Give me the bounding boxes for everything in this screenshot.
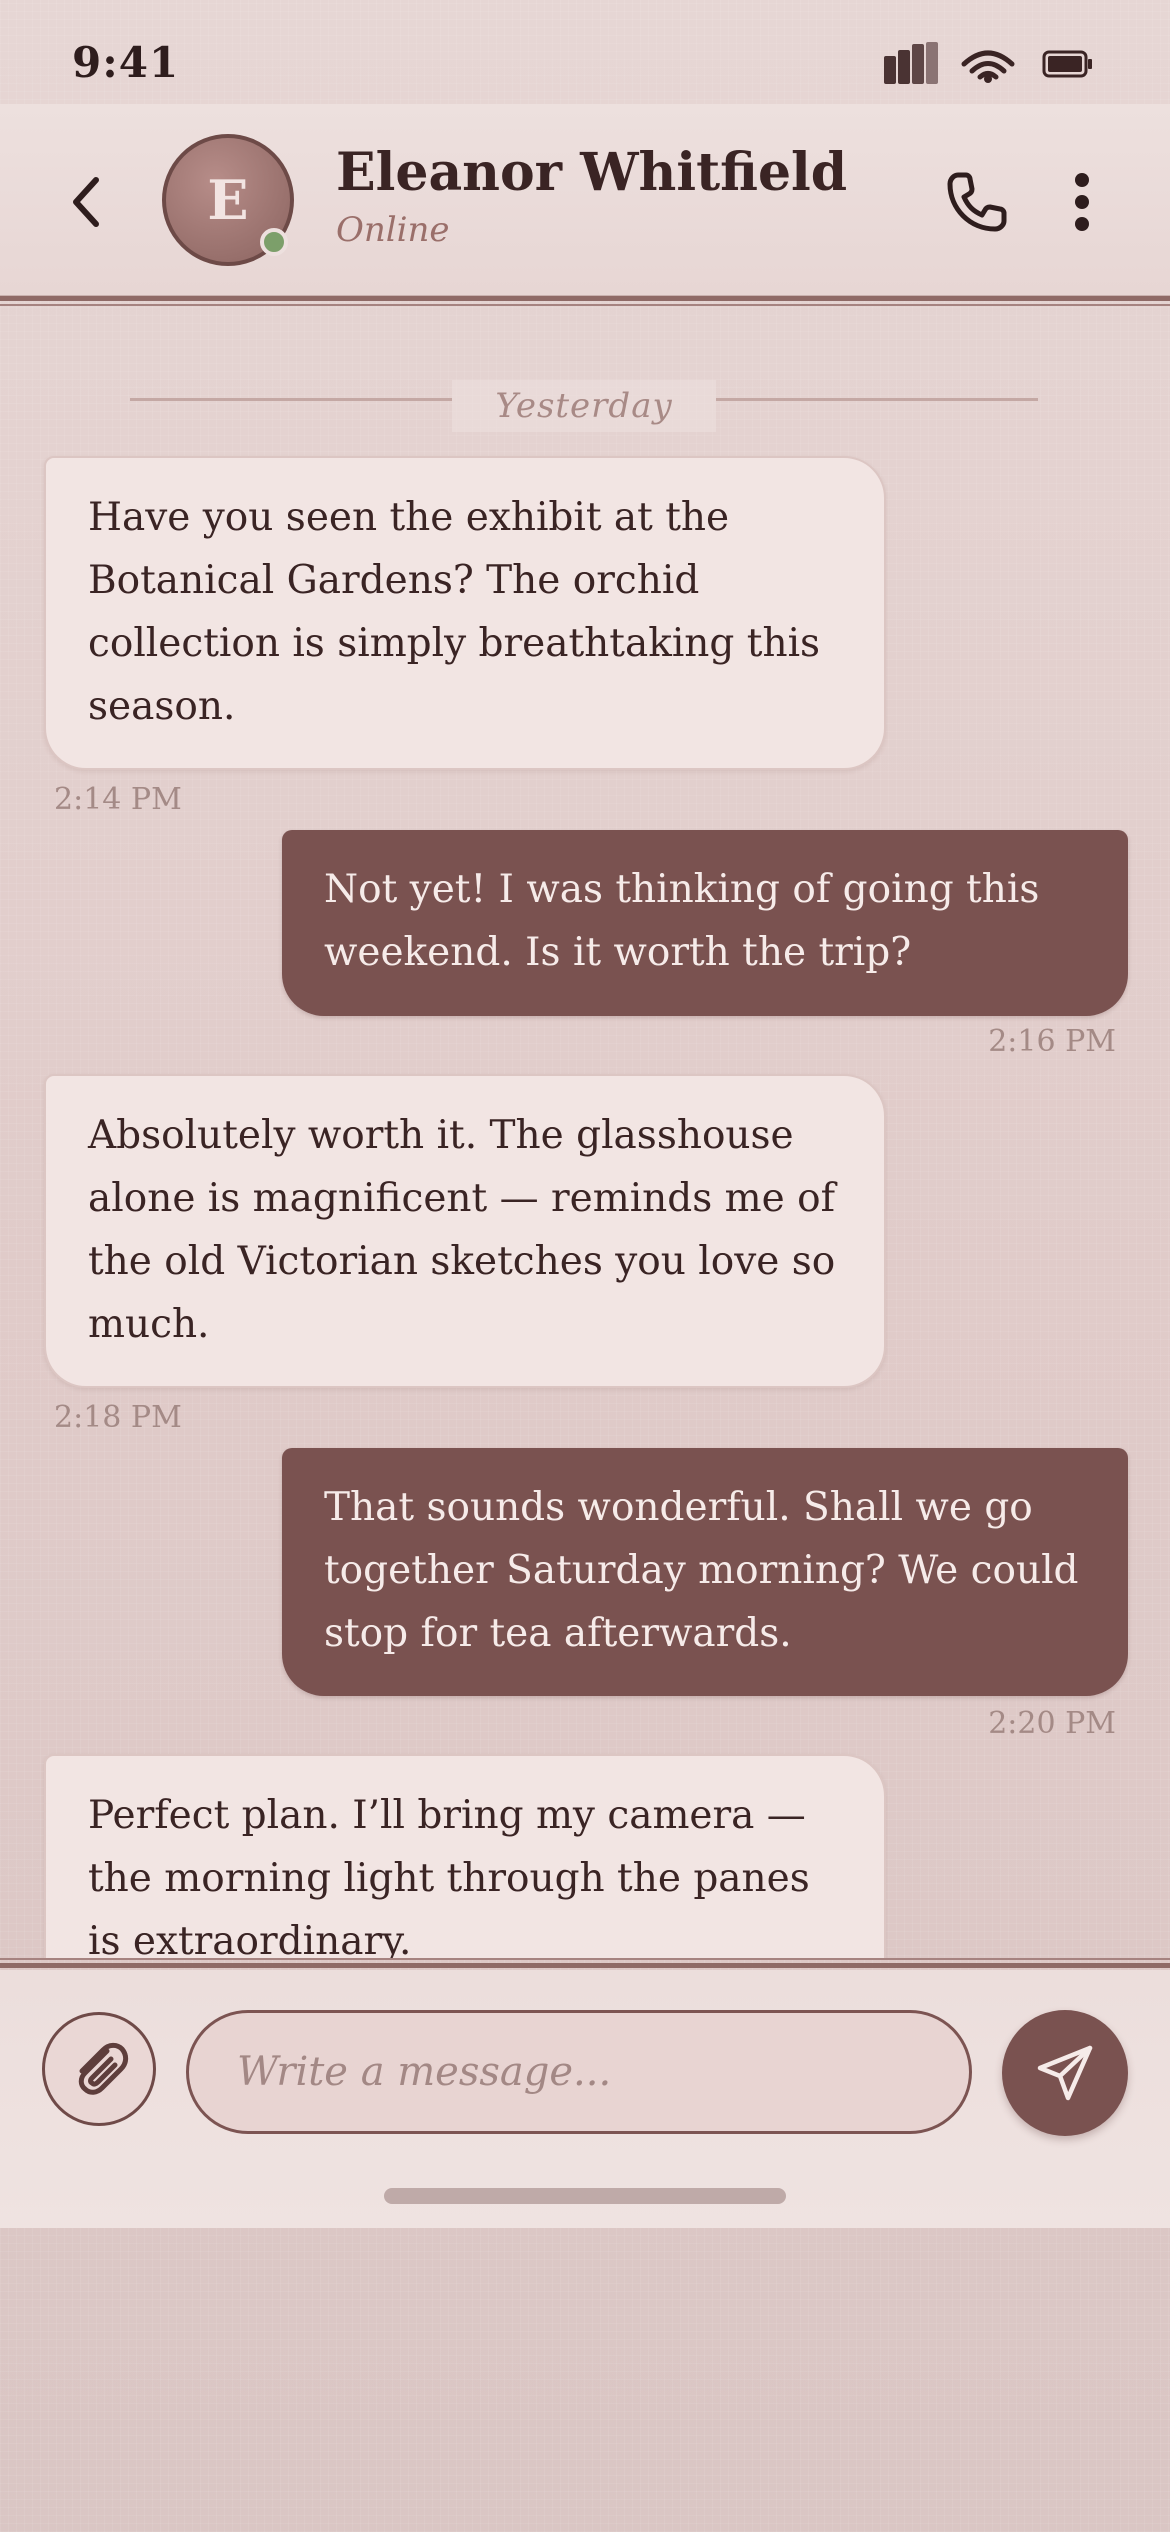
message-bubble-outgoing[interactable]: Not yet! I was thinking of going this we… bbox=[282, 830, 1128, 1016]
signal-icon bbox=[884, 42, 938, 84]
wifi-icon bbox=[961, 50, 1015, 83]
message-input[interactable] bbox=[186, 2010, 972, 2134]
message-timestamp: 2:18 PM bbox=[54, 1400, 182, 1435]
date-label: Yesterday bbox=[452, 380, 716, 432]
back-arrow-icon bbox=[73, 177, 99, 227]
more-options-button[interactable] bbox=[1060, 164, 1104, 240]
paperclip-icon bbox=[78, 2042, 129, 2095]
divider-line-right bbox=[716, 398, 1038, 401]
contact-name[interactable]: Eleanor Whitfield bbox=[336, 142, 847, 203]
contact-status: Online bbox=[336, 210, 450, 250]
message-timestamp: 2:14 PM bbox=[54, 782, 182, 817]
message-timestamp: 2:16 PM bbox=[988, 1024, 1116, 1059]
status-bar: 9:41 bbox=[0, 0, 1170, 104]
battery-icon bbox=[1042, 50, 1092, 78]
message-composer bbox=[0, 1970, 1170, 2228]
more-vertical-icon bbox=[1075, 173, 1089, 231]
message-bubble-incoming[interactable]: Perfect plan. I’ll bring my camera — the… bbox=[44, 1754, 886, 1958]
composer-divider bbox=[0, 1958, 1170, 1970]
contact-avatar[interactable]: E bbox=[162, 134, 294, 266]
call-button[interactable] bbox=[940, 164, 1012, 240]
send-button[interactable] bbox=[1002, 2010, 1128, 2136]
divider-line-left bbox=[130, 398, 452, 401]
message-list[interactable]: Have you seen the exhibit at the Botanic… bbox=[0, 450, 1170, 1958]
online-indicator bbox=[260, 228, 288, 256]
avatar-initial: E bbox=[207, 168, 249, 232]
chat-header: E Eleanor Whitfield Online bbox=[0, 104, 1170, 296]
message-bubble-incoming[interactable]: Have you seen the exhibit at the Botanic… bbox=[44, 456, 886, 770]
home-indicator[interactable] bbox=[384, 2188, 786, 2204]
status-time: 9:41 bbox=[72, 38, 180, 87]
date-divider: Yesterday bbox=[130, 380, 1038, 434]
phone-icon bbox=[947, 172, 1007, 232]
attach-button[interactable] bbox=[42, 2012, 156, 2126]
message-timestamp: 2:20 PM bbox=[988, 1706, 1116, 1741]
send-icon bbox=[1037, 2045, 1093, 2101]
message-bubble-incoming[interactable]: Absolutely worth it. The glasshouse alon… bbox=[44, 1074, 886, 1388]
back-button[interactable] bbox=[58, 170, 114, 234]
header-divider bbox=[0, 296, 1170, 308]
message-bubble-outgoing[interactable]: That sounds wonderful. Shall we go toget… bbox=[282, 1448, 1128, 1696]
